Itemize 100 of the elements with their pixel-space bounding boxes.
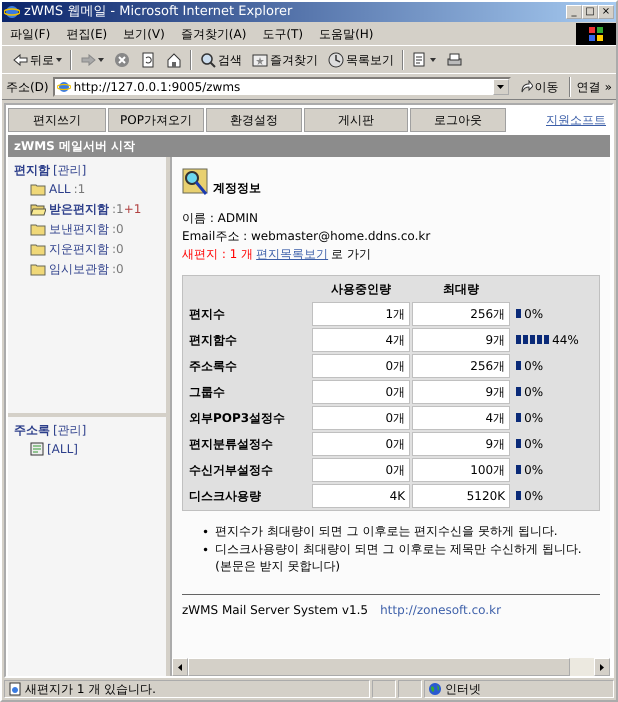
- usage-bar: [516, 413, 522, 422]
- usage-percent: 44%: [552, 332, 579, 349]
- folder-link[interactable]: 임시보관함: [49, 260, 109, 278]
- usage-bar: [516, 309, 522, 318]
- maximize-button[interactable]: □: [582, 5, 598, 19]
- history-button[interactable]: 목록보기: [324, 50, 398, 70]
- nav-button[interactable]: 편지쓰기: [8, 108, 106, 132]
- address-book-title: 주소록: [14, 423, 50, 437]
- manage-link[interactable]: [관리]: [53, 423, 86, 437]
- zone-label: 인터넷: [445, 681, 481, 698]
- menu-item[interactable]: 편집(E): [58, 24, 116, 42]
- menu-item[interactable]: 도구(T): [254, 24, 312, 42]
- clock-icon: [328, 52, 344, 68]
- windows-logo-icon: [588, 26, 604, 42]
- table-cell: 9개: [412, 380, 510, 404]
- folder-link[interactable]: ALL: [49, 180, 71, 198]
- table-cell: 9개: [412, 328, 510, 352]
- account-name: 이름 : ADMIN: [182, 210, 259, 227]
- horizontal-scrollbar[interactable]: [172, 658, 610, 676]
- row-label: 외부POP3설정수: [188, 410, 286, 427]
- go-text: 로 가기: [331, 247, 371, 261]
- go-button[interactable]: 이동: [514, 76, 563, 96]
- nav-button[interactable]: 게시판: [304, 108, 408, 132]
- usage-percent: 0%: [524, 488, 544, 505]
- ie-icon: [4, 4, 20, 20]
- usage-bar: [516, 387, 522, 396]
- nav-button[interactable]: 로그아웃: [410, 108, 506, 132]
- open-folder-icon: [30, 202, 46, 216]
- dropdown-icon[interactable]: [497, 84, 504, 88]
- bullet: •: [202, 524, 210, 541]
- footer-link[interactable]: http://zonesoft.co.kr: [380, 602, 502, 617]
- table-cell: 4K: [312, 484, 410, 508]
- mail-list-link[interactable]: 편지목록보기: [256, 247, 328, 261]
- ie-page-icon: [56, 80, 71, 94]
- nav-button[interactable]: 환경설정: [206, 108, 302, 132]
- usage-bar: [516, 361, 522, 370]
- account-email: Email주소 : webmaster@home.ddns.co.kr: [182, 228, 432, 245]
- caret-icon: [56, 58, 62, 62]
- usage-bar: [516, 439, 522, 448]
- go-arrow-icon: [518, 80, 533, 94]
- usage-percent: 0%: [524, 384, 544, 401]
- note-text: 디스크사용량이 최대량이 되면 그 이후로는 제목만 수신하게 됩니다. (본문은 받지 못합니다): [215, 541, 583, 576]
- caret-icon: [430, 58, 436, 62]
- menu-item[interactable]: 도움말(H): [311, 24, 382, 42]
- folder-count: :0: [112, 241, 124, 258]
- usage-bar: [516, 465, 522, 474]
- column-header: 최대량: [442, 281, 480, 298]
- folder-count: :1+1: [112, 201, 142, 218]
- nav-link[interactable]: 지원소프트: [546, 111, 610, 129]
- usage-percent: 0%: [524, 410, 544, 427]
- row-label: 편지수: [188, 306, 226, 323]
- new-mail-count: 새편지 : 1 개: [182, 247, 254, 261]
- caret-icon: [98, 58, 104, 62]
- address-field[interactable]: http://127.0.0.1:9005/zwms: [52, 76, 511, 96]
- table-cell: 9개: [412, 432, 510, 456]
- frame-header: zWMS 메일서버 시작: [8, 135, 610, 157]
- back-arrow-icon: [12, 52, 28, 68]
- usage-percent: 0%: [524, 436, 544, 453]
- links-label: 연결: [576, 78, 601, 96]
- usage-bar: [516, 335, 550, 344]
- address-book-link[interactable]: [ALL]: [47, 440, 78, 458]
- scroll-left-icon[interactable]: [178, 664, 182, 670]
- menu-item[interactable]: 보기(V): [115, 24, 173, 42]
- scroll-right-icon[interactable]: [600, 664, 604, 670]
- menu-item[interactable]: 파일(F): [2, 24, 58, 42]
- folder-link[interactable]: 보낸편지함: [49, 220, 109, 238]
- stop-icon: [114, 52, 130, 68]
- bullet: •: [202, 542, 210, 559]
- chevron-icon[interactable]: »: [604, 78, 612, 96]
- folder-icon: [30, 182, 46, 196]
- folder-icon: [30, 242, 46, 256]
- address-label: 주소(D): [6, 78, 49, 96]
- minimize-button[interactable]: _: [566, 5, 582, 19]
- close-button[interactable]: ×: [598, 5, 614, 19]
- table-cell: 100개: [412, 458, 510, 482]
- folder-icon: [30, 222, 46, 236]
- folder-count: :1: [74, 181, 86, 198]
- folder-magnifier-icon: [182, 167, 210, 197]
- table-cell: 0개: [312, 458, 410, 482]
- row-label: 편지분류설정수: [188, 436, 274, 453]
- table-cell: 0개: [312, 380, 410, 404]
- usage-percent: 0%: [524, 462, 544, 479]
- manage-link[interactable]: [관리]: [53, 163, 86, 177]
- usage-percent: 0%: [524, 358, 544, 375]
- favorites-button[interactable]: 즐겨찾기: [248, 50, 322, 70]
- usage-percent: 0%: [524, 306, 544, 323]
- status-pane: [372, 680, 396, 698]
- folder-link[interactable]: 지운편지함: [49, 240, 109, 258]
- mailbox-title: 편지함: [14, 163, 50, 177]
- table-cell: 4개: [312, 328, 410, 352]
- menu-item[interactable]: 즐겨찾기(A): [172, 24, 254, 42]
- globe-icon: [428, 682, 442, 696]
- nav-button[interactable]: POP가져오기: [108, 108, 204, 132]
- usage-bar: [516, 491, 522, 500]
- back-button[interactable]: 뒤로: [8, 50, 66, 70]
- section-title: 계정정보: [213, 180, 261, 197]
- folder-link[interactable]: 받은편지함: [49, 200, 109, 218]
- table-cell: 0개: [312, 406, 410, 430]
- footer-text: zWMS Mail Server System v1.5: [182, 602, 368, 617]
- search-button[interactable]: 검색: [196, 50, 246, 70]
